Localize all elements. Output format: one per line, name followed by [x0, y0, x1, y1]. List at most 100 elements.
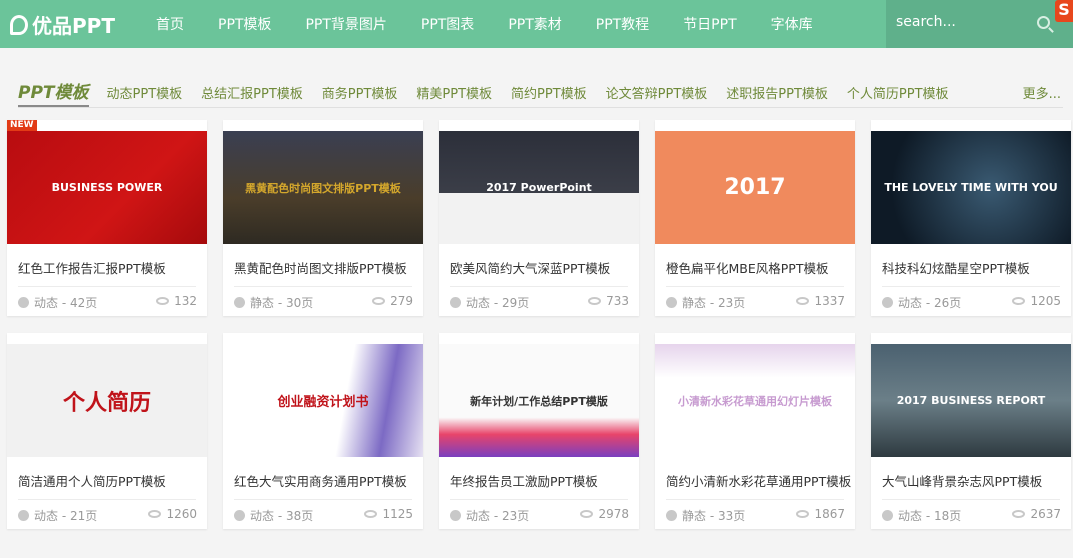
template-thumbnail[interactable]: 新年计划/工作总结PPT模版 [439, 344, 639, 457]
category-link[interactable]: 个人简历PPT模板 [847, 83, 949, 102]
views-text: 1125 [382, 507, 413, 521]
menu-materials[interactable]: PPT素材 [508, 14, 561, 34]
template-thumbnail[interactable]: 2017 BUSINESS REPORT [871, 344, 1071, 457]
divider [234, 286, 412, 287]
template-title[interactable]: 红色大气实用商务通用PPT模板 [234, 471, 407, 490]
view-count: 1205 [1012, 294, 1061, 308]
eye-icon [796, 297, 810, 305]
thumbnail-text: 黑黄配色时尚图文排版PPT模板 [245, 181, 401, 195]
menu-charts[interactable]: PPT图表 [421, 14, 474, 34]
menu-tutorials[interactable]: PPT教程 [596, 14, 649, 34]
meta-text: 动态 - 23页 [466, 509, 530, 523]
eye-icon [1012, 510, 1026, 518]
more-link[interactable]: 更多... [1023, 83, 1061, 102]
eye-icon [372, 297, 386, 305]
template-thumbnail[interactable]: 小清新水彩花草通用幻灯片模板 [655, 344, 855, 457]
category-link[interactable]: 精美PPT模板 [416, 83, 492, 102]
template-title[interactable]: 黑黄配色时尚图文排版PPT模板 [234, 258, 407, 277]
template-thumbnail[interactable]: 2017 [655, 131, 855, 244]
meta-text: 动态 - 42页 [34, 296, 98, 310]
template-card[interactable]: THE LOVELY TIME WITH YOU 科技科幻炫酷星空PPT模板 动态… [871, 120, 1071, 316]
search-input[interactable] [896, 14, 1036, 30]
thumbnail-text: 创业融资计划书 [277, 395, 369, 410]
thumbnail-text: 小清新水彩花草通用幻灯片模板 [678, 394, 832, 408]
template-thumbnail[interactable]: 创业融资计划书 [223, 344, 423, 457]
menu-backgrounds[interactable]: PPT背景图片 [305, 14, 386, 34]
category-title[interactable]: PPT模板 [18, 78, 89, 107]
views-text: 132 [174, 294, 197, 308]
thumbnail-text: THE LOVELY TIME WITH YOU [884, 181, 1058, 194]
template-title[interactable]: 大气山峰背景杂志风PPT模板 [882, 471, 1042, 490]
template-meta: 动态 - 38页 [234, 507, 313, 524]
template-card[interactable]: BUSINESS POWER NEW 红色工作报告汇报PPT模板 动态 - 42页 … [7, 120, 207, 316]
template-title[interactable]: 简约小清新水彩花草通用PPT模板 [666, 471, 851, 490]
template-card[interactable]: 黑黄配色时尚图文排版PPT模板 黑黄配色时尚图文排版PPT模板 静态 - 30页 … [223, 120, 423, 316]
template-card[interactable]: 新年计划/工作总结PPT模版年终报告员工激励PPT模板 动态 - 23页 297… [439, 333, 639, 529]
thumbnail-text: 新年计划/工作总结PPT模版 [470, 394, 608, 408]
menu-ppt-templates[interactable]: PPT模板 [218, 14, 271, 34]
template-thumbnail[interactable]: 个人简历 [7, 344, 207, 457]
clock-icon [234, 297, 245, 308]
template-thumbnail[interactable]: THE LOVELY TIME WITH YOU [871, 131, 1071, 244]
meta-text: 静态 - 33页 [682, 509, 746, 523]
eye-icon [148, 510, 162, 518]
new-badge: NEW [7, 120, 37, 131]
menu-home[interactable]: 首页 [156, 14, 184, 34]
template-thumbnail[interactable]: 2017 PowerPoint [439, 131, 639, 244]
template-card[interactable]: 个人简历 简洁通用个人简历PPT模板 动态 - 21页 1260 [7, 333, 207, 529]
template-title[interactable]: 橙色扁平化MBE风格PPT模板 [666, 258, 828, 277]
template-title[interactable]: 简洁通用个人简历PPT模板 [18, 471, 166, 490]
clock-icon [450, 297, 461, 308]
logo-icon [10, 14, 28, 35]
divider [666, 286, 844, 287]
views-text: 2978 [598, 507, 629, 521]
template-meta: 动态 - 23页 [450, 507, 529, 524]
template-card[interactable]: 2017 橙色扁平化MBE风格PPT模板 静态 - 23页 1337 [655, 120, 855, 316]
template-card[interactable]: 创业融资计划书红色大气实用商务通用PPT模板 动态 - 38页 1125 [223, 333, 423, 529]
meta-text: 静态 - 30页 [250, 296, 314, 310]
eye-icon [156, 297, 170, 305]
template-meta: 静态 - 30页 [234, 294, 313, 311]
clock-icon [882, 510, 893, 521]
views-text: 1337 [814, 294, 845, 308]
clock-icon [18, 510, 29, 521]
sogou-badge-icon[interactable]: S [1055, 0, 1073, 22]
meta-text: 动态 - 38页 [250, 509, 314, 523]
template-title[interactable]: 欧美风简约大气深蓝PPT模板 [450, 258, 610, 277]
category-link[interactable]: 动态PPT模板 [107, 83, 183, 102]
eye-icon [588, 297, 602, 305]
template-card[interactable]: 小清新水彩花草通用幻灯片模板 简约小清新水彩花草通用PPT模板 静态 - 33页 … [655, 333, 855, 529]
template-meta: 动态 - 18页 [882, 507, 961, 524]
menu-fonts[interactable]: 字体库 [771, 14, 813, 34]
menu-holiday[interactable]: 节日PPT [683, 14, 736, 34]
clock-icon [450, 510, 461, 521]
divider [882, 286, 1060, 287]
view-count: 733 [588, 294, 629, 308]
meta-text: 动态 - 26页 [898, 296, 962, 310]
top-nav: 优品PPT 首页 PPT模板 PPT背景图片 PPT图表 PPT素材 PPT教程… [0, 0, 1073, 48]
search-box: S [886, 0, 1073, 48]
category-link[interactable]: 简约PPT模板 [511, 83, 587, 102]
view-count: 1260 [148, 507, 197, 521]
main-menu: 首页 PPT模板 PPT背景图片 PPT图表 PPT素材 PPT教程 节日PPT… [156, 0, 847, 48]
clock-icon [882, 297, 893, 308]
thumbnail-text: 2017 PowerPoint [486, 181, 592, 194]
template-meta: 动态 - 26页 [882, 294, 961, 311]
views-text: 1260 [166, 507, 197, 521]
category-link[interactable]: 商务PPT模板 [322, 83, 398, 102]
category-link[interactable]: 论文答辩PPT模板 [606, 83, 708, 102]
category-bar: PPT模板 动态PPT模板 总结汇报PPT模板 商务PPT模板 精美PPT模板 … [18, 78, 1063, 108]
template-thumbnail[interactable]: 黑黄配色时尚图文排版PPT模板 [223, 131, 423, 244]
template-title[interactable]: 科技科幻炫酷星空PPT模板 [882, 258, 1030, 277]
template-card[interactable]: 2017 PowerPoint 欧美风简约大气深蓝PPT模板 动态 - 29页 7… [439, 120, 639, 316]
template-card[interactable]: 2017 BUSINESS REPORT 大气山峰背景杂志风PPT模板 动态 - … [871, 333, 1071, 529]
template-title[interactable]: 红色工作报告汇报PPT模板 [18, 258, 166, 277]
site-logo[interactable]: 优品PPT [10, 10, 115, 39]
divider [18, 286, 196, 287]
search-icon[interactable] [1037, 16, 1050, 29]
category-link[interactable]: 总结汇报PPT模板 [201, 83, 303, 102]
clock-icon [18, 297, 29, 308]
template-thumbnail[interactable]: BUSINESS POWER [7, 131, 207, 244]
category-link[interactable]: 述职报告PPT模板 [726, 83, 828, 102]
template-title[interactable]: 年终报告员工激励PPT模板 [450, 471, 598, 490]
